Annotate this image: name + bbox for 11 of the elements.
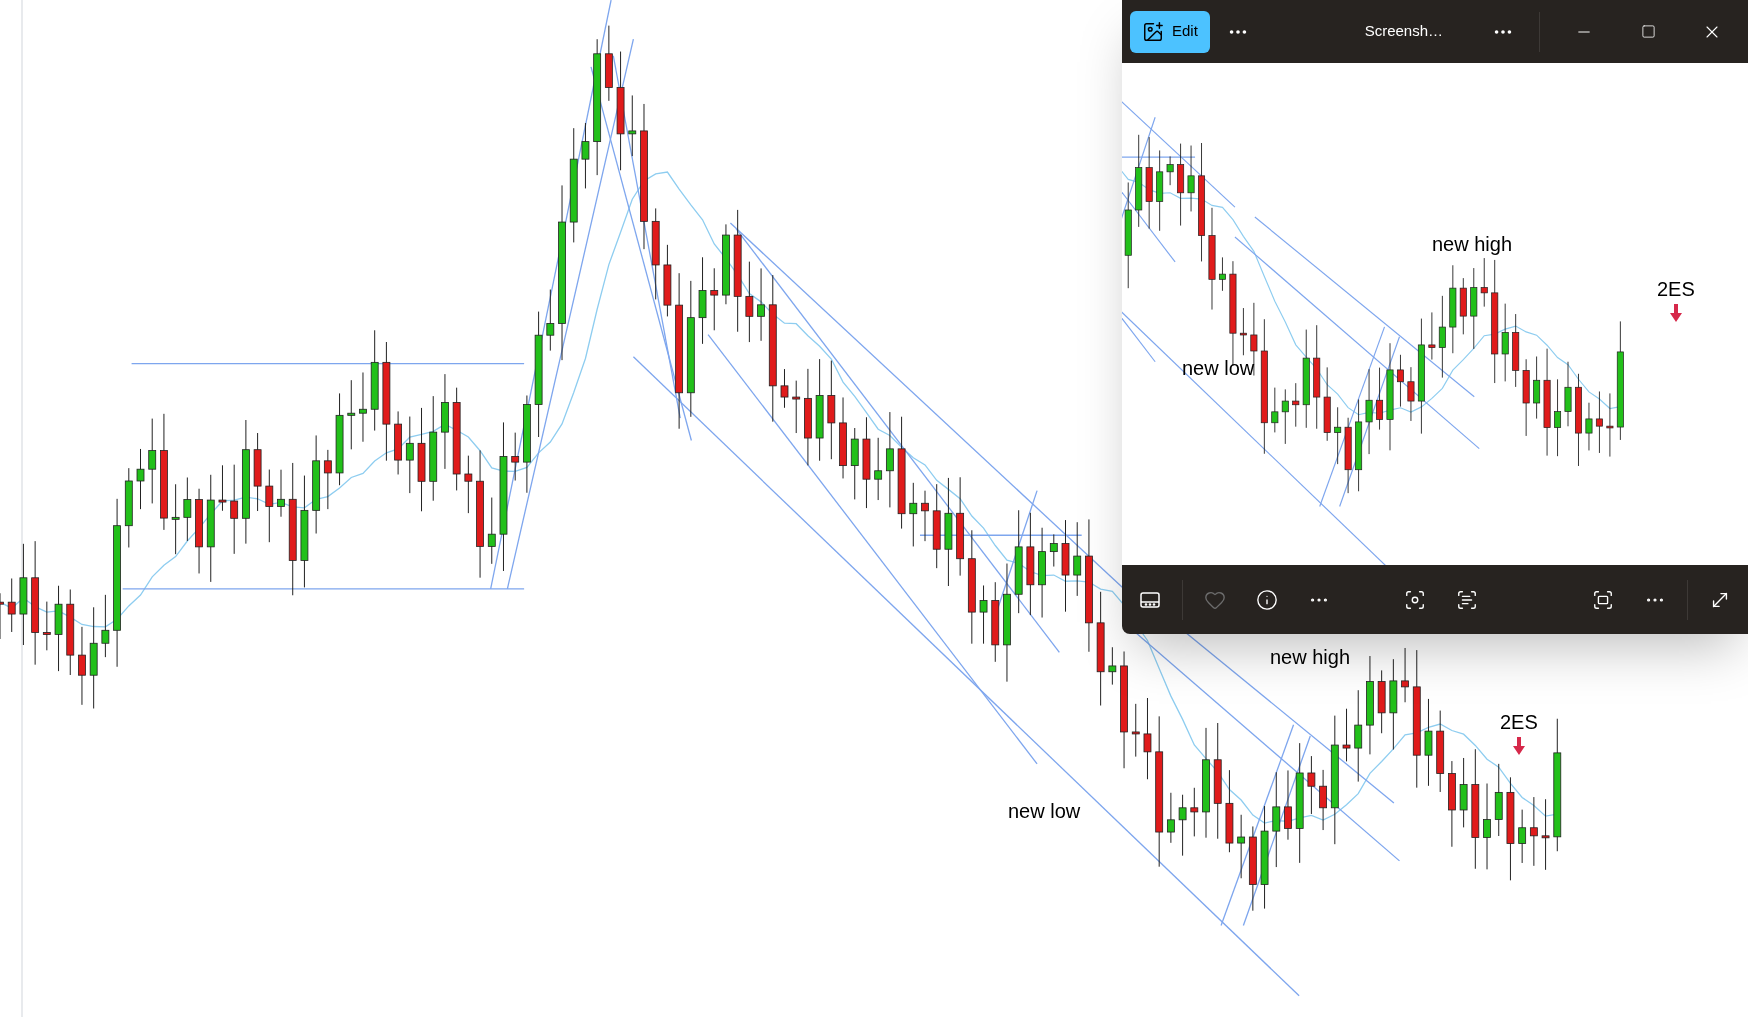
window-title: Screensh… — [1364, 21, 1443, 42]
chart-annotation: new high — [1432, 232, 1513, 257]
chart-annotation: 2ES — [1500, 710, 1538, 735]
chart-annotation: new low — [1008, 799, 1081, 824]
edit-button[interactable]: Edit — [1130, 10, 1210, 53]
down-arrow-icon — [1669, 304, 1682, 322]
image-edit-icon — [1142, 20, 1164, 43]
down-arrow-icon — [1512, 737, 1525, 755]
chart-annotation: new low — [1182, 356, 1255, 381]
chart-annotation: 2ES — [1657, 277, 1695, 302]
chart-annotation: new high — [1270, 645, 1351, 670]
